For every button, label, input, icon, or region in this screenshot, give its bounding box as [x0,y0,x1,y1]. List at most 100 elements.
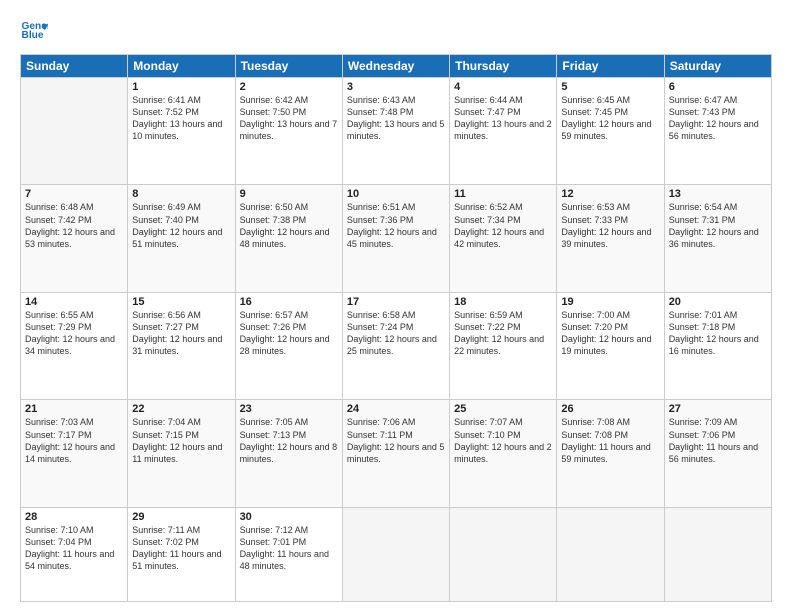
day-number: 7 [25,188,123,200]
week-row-4: 21Sunrise: 7:03 AM Sunset: 7:17 PM Dayli… [21,400,772,507]
day-number: 9 [240,188,338,200]
calendar-cell [664,507,771,601]
week-row-1: 1Sunrise: 6:41 AM Sunset: 7:52 PM Daylig… [21,78,772,185]
logo-icon: General Blue [20,18,48,46]
day-info: Sunrise: 7:09 AM Sunset: 7:06 PM Dayligh… [669,416,767,465]
day-info: Sunrise: 7:00 AM Sunset: 7:20 PM Dayligh… [561,309,659,358]
calendar-cell: 9Sunrise: 6:50 AM Sunset: 7:38 PM Daylig… [235,185,342,292]
weekday-header-tuesday: Tuesday [235,55,342,78]
calendar-cell: 4Sunrise: 6:44 AM Sunset: 7:47 PM Daylig… [450,78,557,185]
day-number: 25 [454,403,552,415]
calendar-cell: 12Sunrise: 6:53 AM Sunset: 7:33 PM Dayli… [557,185,664,292]
day-number: 14 [25,296,123,308]
calendar-cell [342,507,449,601]
calendar-cell: 25Sunrise: 7:07 AM Sunset: 7:10 PM Dayli… [450,400,557,507]
week-row-5: 28Sunrise: 7:10 AM Sunset: 7:04 PM Dayli… [21,507,772,601]
calendar-cell: 20Sunrise: 7:01 AM Sunset: 7:18 PM Dayli… [664,292,771,399]
calendar-cell: 16Sunrise: 6:57 AM Sunset: 7:26 PM Dayli… [235,292,342,399]
calendar-cell: 15Sunrise: 6:56 AM Sunset: 7:27 PM Dayli… [128,292,235,399]
day-number: 23 [240,403,338,415]
day-number: 29 [132,511,230,523]
calendar-cell: 8Sunrise: 6:49 AM Sunset: 7:40 PM Daylig… [128,185,235,292]
day-info: Sunrise: 7:10 AM Sunset: 7:04 PM Dayligh… [25,524,123,573]
calendar-cell: 10Sunrise: 6:51 AM Sunset: 7:36 PM Dayli… [342,185,449,292]
day-info: Sunrise: 6:45 AM Sunset: 7:45 PM Dayligh… [561,94,659,143]
day-info: Sunrise: 6:42 AM Sunset: 7:50 PM Dayligh… [240,94,338,143]
day-info: Sunrise: 6:59 AM Sunset: 7:22 PM Dayligh… [454,309,552,358]
calendar-cell: 17Sunrise: 6:58 AM Sunset: 7:24 PM Dayli… [342,292,449,399]
weekday-header-sunday: Sunday [21,55,128,78]
day-info: Sunrise: 7:03 AM Sunset: 7:17 PM Dayligh… [25,416,123,465]
logo: General Blue [20,18,48,46]
svg-text:Blue: Blue [22,30,44,41]
day-number: 24 [347,403,445,415]
calendar-cell: 27Sunrise: 7:09 AM Sunset: 7:06 PM Dayli… [664,400,771,507]
weekday-header-monday: Monday [128,55,235,78]
day-number: 26 [561,403,659,415]
week-row-2: 7Sunrise: 6:48 AM Sunset: 7:42 PM Daylig… [21,185,772,292]
day-number: 6 [669,81,767,93]
calendar-cell: 2Sunrise: 6:42 AM Sunset: 7:50 PM Daylig… [235,78,342,185]
calendar-cell: 30Sunrise: 7:12 AM Sunset: 7:01 PM Dayli… [235,507,342,601]
calendar-cell: 26Sunrise: 7:08 AM Sunset: 7:08 PM Dayli… [557,400,664,507]
weekday-header-thursday: Thursday [450,55,557,78]
day-info: Sunrise: 6:49 AM Sunset: 7:40 PM Dayligh… [132,201,230,250]
day-number: 8 [132,188,230,200]
weekday-header-saturday: Saturday [664,55,771,78]
day-info: Sunrise: 7:06 AM Sunset: 7:11 PM Dayligh… [347,416,445,465]
day-number: 19 [561,296,659,308]
day-number: 3 [347,81,445,93]
week-row-3: 14Sunrise: 6:55 AM Sunset: 7:29 PM Dayli… [21,292,772,399]
day-info: Sunrise: 6:44 AM Sunset: 7:47 PM Dayligh… [454,94,552,143]
calendar-cell: 21Sunrise: 7:03 AM Sunset: 7:17 PM Dayli… [21,400,128,507]
day-info: Sunrise: 6:53 AM Sunset: 7:33 PM Dayligh… [561,201,659,250]
calendar-cell: 1Sunrise: 6:41 AM Sunset: 7:52 PM Daylig… [128,78,235,185]
day-info: Sunrise: 7:11 AM Sunset: 7:02 PM Dayligh… [132,524,230,573]
day-info: Sunrise: 6:58 AM Sunset: 7:24 PM Dayligh… [347,309,445,358]
calendar-cell [450,507,557,601]
day-info: Sunrise: 6:47 AM Sunset: 7:43 PM Dayligh… [669,94,767,143]
day-number: 21 [25,403,123,415]
calendar-cell: 14Sunrise: 6:55 AM Sunset: 7:29 PM Dayli… [21,292,128,399]
day-number: 30 [240,511,338,523]
day-number: 27 [669,403,767,415]
day-number: 18 [454,296,552,308]
day-info: Sunrise: 6:41 AM Sunset: 7:52 PM Dayligh… [132,94,230,143]
header: General Blue [20,18,772,46]
calendar-cell: 28Sunrise: 7:10 AM Sunset: 7:04 PM Dayli… [21,507,128,601]
day-info: Sunrise: 6:48 AM Sunset: 7:42 PM Dayligh… [25,201,123,250]
day-info: Sunrise: 6:52 AM Sunset: 7:34 PM Dayligh… [454,201,552,250]
day-info: Sunrise: 7:12 AM Sunset: 7:01 PM Dayligh… [240,524,338,573]
calendar-cell: 18Sunrise: 6:59 AM Sunset: 7:22 PM Dayli… [450,292,557,399]
day-number: 11 [454,188,552,200]
day-number: 20 [669,296,767,308]
weekday-header-friday: Friday [557,55,664,78]
calendar-cell: 6Sunrise: 6:47 AM Sunset: 7:43 PM Daylig… [664,78,771,185]
day-info: Sunrise: 7:05 AM Sunset: 7:13 PM Dayligh… [240,416,338,465]
day-info: Sunrise: 7:04 AM Sunset: 7:15 PM Dayligh… [132,416,230,465]
day-number: 22 [132,403,230,415]
calendar-table: SundayMondayTuesdayWednesdayThursdayFrid… [20,54,772,602]
day-info: Sunrise: 7:01 AM Sunset: 7:18 PM Dayligh… [669,309,767,358]
day-info: Sunrise: 6:56 AM Sunset: 7:27 PM Dayligh… [132,309,230,358]
calendar-cell [21,78,128,185]
calendar-cell: 19Sunrise: 7:00 AM Sunset: 7:20 PM Dayli… [557,292,664,399]
day-number: 28 [25,511,123,523]
day-info: Sunrise: 6:57 AM Sunset: 7:26 PM Dayligh… [240,309,338,358]
calendar-cell: 24Sunrise: 7:06 AM Sunset: 7:11 PM Dayli… [342,400,449,507]
day-info: Sunrise: 6:55 AM Sunset: 7:29 PM Dayligh… [25,309,123,358]
calendar-cell: 29Sunrise: 7:11 AM Sunset: 7:02 PM Dayli… [128,507,235,601]
day-info: Sunrise: 6:50 AM Sunset: 7:38 PM Dayligh… [240,201,338,250]
day-number: 5 [561,81,659,93]
day-info: Sunrise: 6:43 AM Sunset: 7:48 PM Dayligh… [347,94,445,143]
calendar-cell: 22Sunrise: 7:04 AM Sunset: 7:15 PM Dayli… [128,400,235,507]
calendar-cell: 3Sunrise: 6:43 AM Sunset: 7:48 PM Daylig… [342,78,449,185]
calendar-cell: 23Sunrise: 7:05 AM Sunset: 7:13 PM Dayli… [235,400,342,507]
day-info: Sunrise: 7:07 AM Sunset: 7:10 PM Dayligh… [454,416,552,465]
day-number: 2 [240,81,338,93]
calendar-cell: 7Sunrise: 6:48 AM Sunset: 7:42 PM Daylig… [21,185,128,292]
day-info: Sunrise: 6:51 AM Sunset: 7:36 PM Dayligh… [347,201,445,250]
day-number: 12 [561,188,659,200]
day-number: 4 [454,81,552,93]
day-number: 17 [347,296,445,308]
